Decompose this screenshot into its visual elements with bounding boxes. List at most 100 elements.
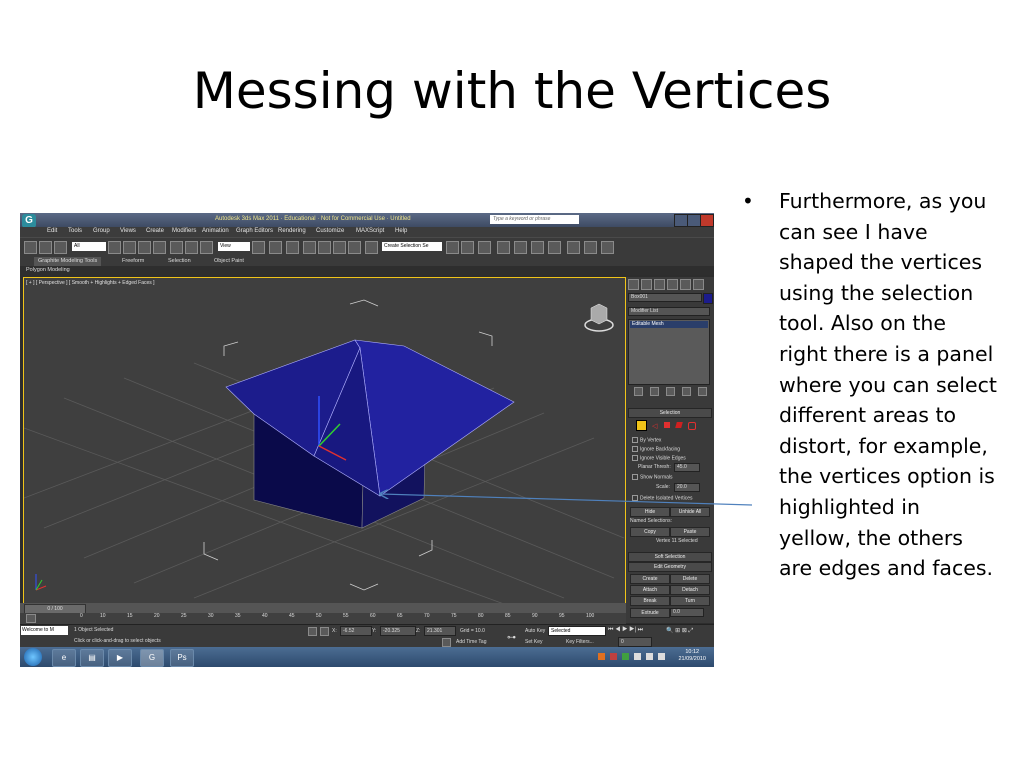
- viewcube-icon[interactable]: [584, 303, 614, 332]
- named-selection-select[interactable]: Create Selection Se: [382, 242, 442, 251]
- menu-item-animation[interactable]: Animation: [202, 228, 229, 234]
- track-bar[interactable]: 0 10 15 20 25 30 35 40 45 50 55 60 65 70…: [20, 613, 626, 624]
- y-coord-field[interactable]: -20.325: [380, 626, 416, 636]
- menu-item-views[interactable]: Views: [120, 228, 136, 234]
- unlink-icon[interactable]: [39, 241, 52, 254]
- menu-item-tools[interactable]: Tools: [68, 228, 82, 234]
- time-tag-icon[interactable]: [442, 638, 451, 647]
- extrude-spinner[interactable]: 0.0: [670, 608, 704, 617]
- rollout-selection[interactable]: Selection: [628, 408, 712, 418]
- planar-thresh-spinner[interactable]: 45.0: [674, 463, 700, 472]
- object-color-swatch[interactable]: [703, 293, 713, 304]
- pin-stack-icon[interactable]: [634, 387, 643, 396]
- move-icon[interactable]: [170, 241, 183, 254]
- scale-spinner[interactable]: 20.0: [674, 483, 700, 492]
- tray-volume-icon[interactable]: [658, 653, 665, 660]
- taskbar-media-player-icon[interactable]: ▶: [108, 649, 132, 667]
- rendered-frame-icon[interactable]: [584, 241, 597, 254]
- key-set-select[interactable]: Selected: [548, 626, 606, 636]
- close-button[interactable]: [700, 214, 714, 227]
- mini-curve-editor-icon[interactable]: [26, 614, 36, 623]
- key-filters-button[interactable]: Key Filters...: [566, 639, 594, 645]
- menu-item-graph-editors[interactable]: Graph Editors: [236, 228, 273, 234]
- menu-item-modifiers[interactable]: Modifiers: [172, 228, 196, 234]
- perspective-viewport[interactable]: [ + ] [ Perspective ] [ Smooth + Highlig…: [23, 277, 626, 605]
- taskbar-3dsmax-icon[interactable]: G: [140, 649, 164, 667]
- stack-item-editable-mesh[interactable]: Editable Mesh: [630, 321, 708, 328]
- detach-button[interactable]: Detach: [670, 585, 710, 595]
- layer-manager-icon[interactable]: [478, 241, 491, 254]
- time-slider[interactable]: 0 / 100: [20, 603, 626, 614]
- selection-filter-select[interactable]: All: [72, 242, 106, 251]
- vertex-mode-button[interactable]: [636, 420, 647, 431]
- taskbar-ie-icon[interactable]: e: [52, 649, 76, 667]
- x-coord-field[interactable]: -6.52: [340, 626, 372, 636]
- pivot-icon[interactable]: [252, 241, 265, 254]
- unhide-all-button[interactable]: Unhide All: [670, 507, 710, 517]
- scale-icon[interactable]: [200, 241, 213, 254]
- material-editor-icon[interactable]: [548, 241, 561, 254]
- edge-mode-icon[interactable]: ◁: [652, 422, 657, 430]
- object-name-field[interactable]: Box001: [628, 293, 702, 302]
- maximize-button[interactable]: [687, 214, 701, 227]
- menu-item-edit[interactable]: Edit: [47, 228, 57, 234]
- break-button[interactable]: Break: [630, 596, 670, 606]
- tray-network-icon[interactable]: [622, 653, 629, 660]
- app-logo-icon[interactable]: G: [22, 214, 36, 228]
- utilities-panel-icon[interactable]: [693, 279, 704, 290]
- rotate-icon[interactable]: [185, 241, 198, 254]
- rollout-edit-geometry[interactable]: Edit Geometry: [628, 562, 712, 572]
- add-time-tag-button[interactable]: Add Time Tag: [456, 639, 486, 645]
- menu-item-customize[interactable]: Customize: [316, 228, 344, 234]
- taskbar-explorer-icon[interactable]: ▤: [80, 649, 104, 667]
- rollout-soft-selection[interactable]: Soft Selection: [628, 552, 712, 562]
- keyboard-shortcut-icon[interactable]: [286, 241, 299, 254]
- turn-button[interactable]: Turn: [670, 596, 710, 606]
- start-button[interactable]: [24, 648, 42, 666]
- modify-panel-icon[interactable]: [641, 279, 652, 290]
- create-panel-icon[interactable]: [628, 279, 639, 290]
- playback-controls[interactable]: ⏮ ◀ ▶ ▶| ⏭: [608, 627, 643, 634]
- display-panel-icon[interactable]: [680, 279, 691, 290]
- render-production-icon[interactable]: [601, 241, 614, 254]
- face-mode-icon[interactable]: [664, 422, 670, 428]
- element-mode-icon[interactable]: [688, 422, 696, 430]
- hierarchy-panel-icon[interactable]: [654, 279, 665, 290]
- tab-object-paint[interactable]: Object Paint: [210, 257, 248, 266]
- tray-display-icon[interactable]: [646, 653, 653, 660]
- bind-icon[interactable]: [54, 241, 67, 254]
- menu-item-maxscript[interactable]: MAXScript: [356, 228, 384, 234]
- percent-snap-icon[interactable]: [333, 241, 346, 254]
- spinner-snap-icon[interactable]: [348, 241, 361, 254]
- mirror-icon[interactable]: [446, 241, 459, 254]
- tab-freeform[interactable]: Freeform: [118, 257, 148, 266]
- z-coord-field[interactable]: 21.301: [424, 626, 456, 636]
- auto-key-button[interactable]: Auto Key: [525, 628, 545, 634]
- tab-graphite-modeling-tools[interactable]: Graphite Modeling Tools: [34, 257, 102, 266]
- copy-button[interactable]: Copy: [630, 527, 670, 537]
- attach-button[interactable]: Attach: [630, 585, 670, 595]
- modifier-list-select[interactable]: Modifier List: [628, 307, 710, 316]
- tray-security-icon[interactable]: [610, 653, 617, 660]
- window-crossing-icon[interactable]: [153, 241, 166, 254]
- menu-item-group[interactable]: Group: [93, 228, 110, 234]
- taskbar-photoshop-icon[interactable]: Ps: [170, 649, 194, 667]
- viewport-nav-controls[interactable]: 🔍 ⊞ ⊠ ⤢: [666, 627, 693, 635]
- menu-item-rendering[interactable]: Rendering: [278, 228, 306, 234]
- delete-isolated-checkbox[interactable]: [632, 495, 638, 501]
- delete-button[interactable]: Delete: [670, 574, 710, 584]
- schematic-view-icon[interactable]: [531, 241, 544, 254]
- manipulate-icon[interactable]: [269, 241, 282, 254]
- show-normals-checkbox[interactable]: [632, 474, 638, 480]
- tray-action-center-icon[interactable]: [634, 653, 641, 660]
- rect-selection-icon[interactable]: [138, 241, 151, 254]
- show-end-result-icon[interactable]: [650, 387, 659, 396]
- angle-snap-icon[interactable]: [318, 241, 331, 254]
- edit-named-selection-icon[interactable]: [365, 241, 378, 254]
- link-icon[interactable]: [24, 241, 37, 254]
- snap-icon[interactable]: [303, 241, 316, 254]
- tray-flag-icon[interactable]: [598, 653, 605, 660]
- configure-sets-icon[interactable]: [698, 387, 707, 396]
- lock-selection-icon[interactable]: [308, 627, 317, 636]
- paste-button[interactable]: Paste: [670, 527, 710, 537]
